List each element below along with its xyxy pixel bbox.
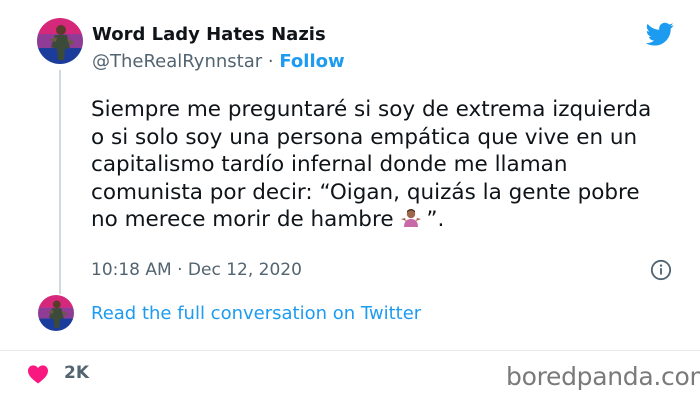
tweet-text-fragment: ”. bbox=[426, 207, 445, 232]
avatar-image bbox=[38, 295, 74, 331]
avatar-image bbox=[37, 18, 83, 64]
read-conversation-link[interactable]: Read the full conversation on Twitter bbox=[91, 303, 421, 324]
twitter-bird-icon[interactable] bbox=[644, 20, 676, 48]
tweet-text: Siempre me preguntaré si soy de extrema … bbox=[91, 96, 695, 234]
heart-icon[interactable] bbox=[27, 364, 49, 384]
watermark: boredpanda.com bbox=[506, 362, 700, 391]
author-handle[interactable]: @TheRealRynnstar bbox=[92, 51, 262, 72]
author-avatar-small[interactable] bbox=[38, 295, 74, 331]
tweet-text-line: capitalismo tardío infernal donde me lla… bbox=[91, 152, 568, 177]
separator-dot: · bbox=[267, 51, 274, 72]
follow-button[interactable]: Follow bbox=[279, 51, 344, 72]
person-shrugging-emoji-icon bbox=[400, 207, 422, 229]
tweet-text-fragment: no merece morir de hambre bbox=[91, 207, 394, 232]
author-avatar[interactable] bbox=[37, 18, 83, 64]
tweet-text-line-last: no merece morir de hambre ”. bbox=[91, 206, 695, 234]
info-icon[interactable] bbox=[650, 259, 672, 281]
tweet-text-line: Siempre me preguntaré si soy de extrema … bbox=[91, 97, 652, 122]
tweet-text-line: comunista por decir: “Oigan, quizás la g… bbox=[91, 179, 640, 205]
author-handle-row: @TheRealRynnstar · Follow bbox=[92, 51, 345, 72]
author-name[interactable]: Word Lady Hates Nazis bbox=[92, 24, 326, 45]
tweet-text-line: o si solo soy una persona empática que v… bbox=[91, 124, 638, 150]
divider bbox=[0, 350, 700, 351]
thread-line bbox=[59, 70, 61, 294]
like-count: 2K bbox=[64, 363, 90, 383]
tweet-timestamp[interactable]: 10:18 AM · Dec 12, 2020 bbox=[91, 260, 302, 280]
